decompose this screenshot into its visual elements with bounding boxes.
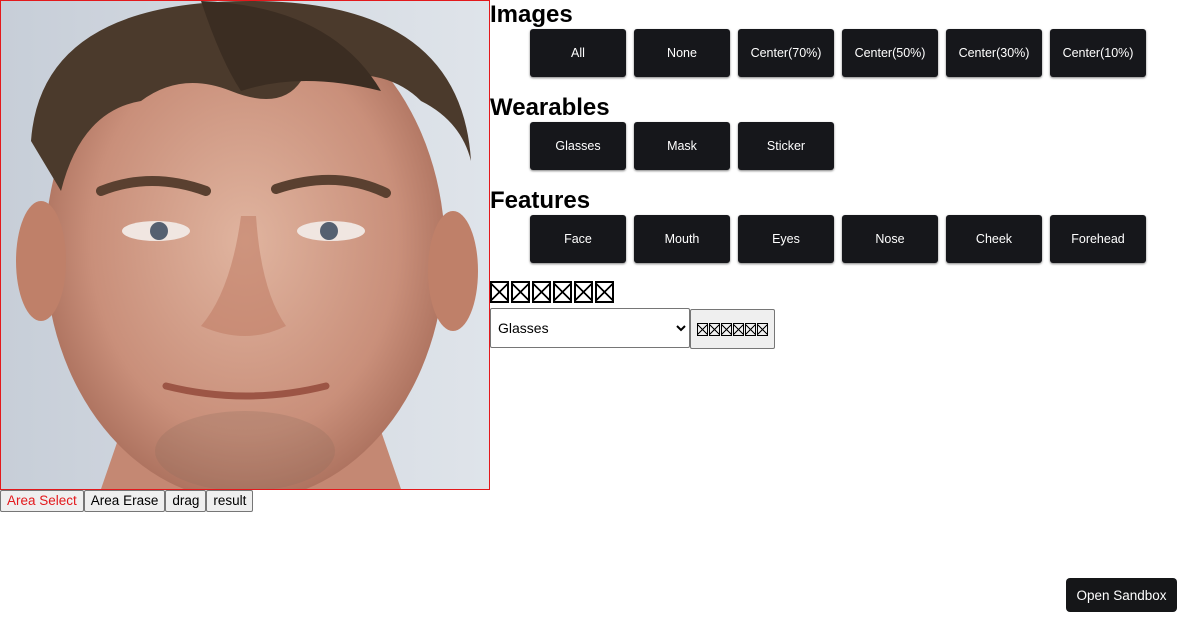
missing-glyph-icon [757, 322, 768, 336]
images-button-row: All None Center(70%) Center(50%) Center(… [530, 29, 1146, 77]
missing-glyph-icon [697, 322, 708, 336]
mask-button[interactable]: Mask [634, 122, 730, 170]
missing-glyph-icon [745, 322, 756, 336]
missing-glyph-icon [553, 281, 572, 303]
wearable-apply-button[interactable] [690, 309, 775, 349]
wearable-picker-heading-missing-glyphs [490, 281, 614, 303]
images-center-70-button[interactable]: Center(70%) [738, 29, 834, 77]
forehead-button[interactable]: Forehead [1050, 215, 1146, 263]
area-erase-button[interactable]: Area Erase [83, 490, 166, 512]
images-none-button[interactable]: None [634, 29, 730, 77]
open-sandbox-button[interactable]: Open Sandbox [1066, 578, 1177, 612]
missing-glyph-icon [721, 322, 732, 336]
face-image-canvas[interactable] [0, 0, 490, 490]
cheek-button[interactable]: Cheek [946, 215, 1042, 263]
missing-glyph-icon [532, 281, 551, 303]
drag-button[interactable]: drag [165, 490, 207, 512]
mouth-button[interactable]: Mouth [634, 215, 730, 263]
area-select-button[interactable]: Area Select [0, 490, 84, 512]
missing-glyph-icon [709, 322, 720, 336]
nose-button[interactable]: Nose [842, 215, 938, 263]
images-heading: Images [490, 1, 573, 28]
missing-glyph-icon [511, 281, 530, 303]
tool-bar: Area Select Area Erase drag result [0, 490, 254, 512]
face-button[interactable]: Face [530, 215, 626, 263]
wearable-picker: Glasses [490, 308, 775, 349]
images-center-50-button[interactable]: Center(50%) [842, 29, 938, 77]
wearables-heading: Wearables [490, 94, 610, 121]
sticker-button[interactable]: Sticker [738, 122, 834, 170]
features-heading: Features [490, 187, 591, 214]
face-photo [1, 1, 489, 489]
images-center-10-button[interactable]: Center(10%) [1050, 29, 1146, 77]
missing-glyph-icon [733, 322, 744, 336]
result-button[interactable]: result [206, 490, 254, 512]
missing-glyph-icon [574, 281, 593, 303]
eyes-button[interactable]: Eyes [738, 215, 834, 263]
images-all-button[interactable]: All [530, 29, 626, 77]
images-center-30-button[interactable]: Center(30%) [946, 29, 1042, 77]
features-button-row: Face Mouth Eyes Nose Cheek Forehead [530, 215, 1146, 263]
missing-glyph-icon [595, 281, 614, 303]
wearables-button-row: Glasses Mask Sticker [530, 122, 834, 170]
missing-glyph-icon [490, 281, 509, 303]
glasses-button[interactable]: Glasses [530, 122, 626, 170]
wearable-select[interactable]: Glasses [490, 308, 690, 348]
